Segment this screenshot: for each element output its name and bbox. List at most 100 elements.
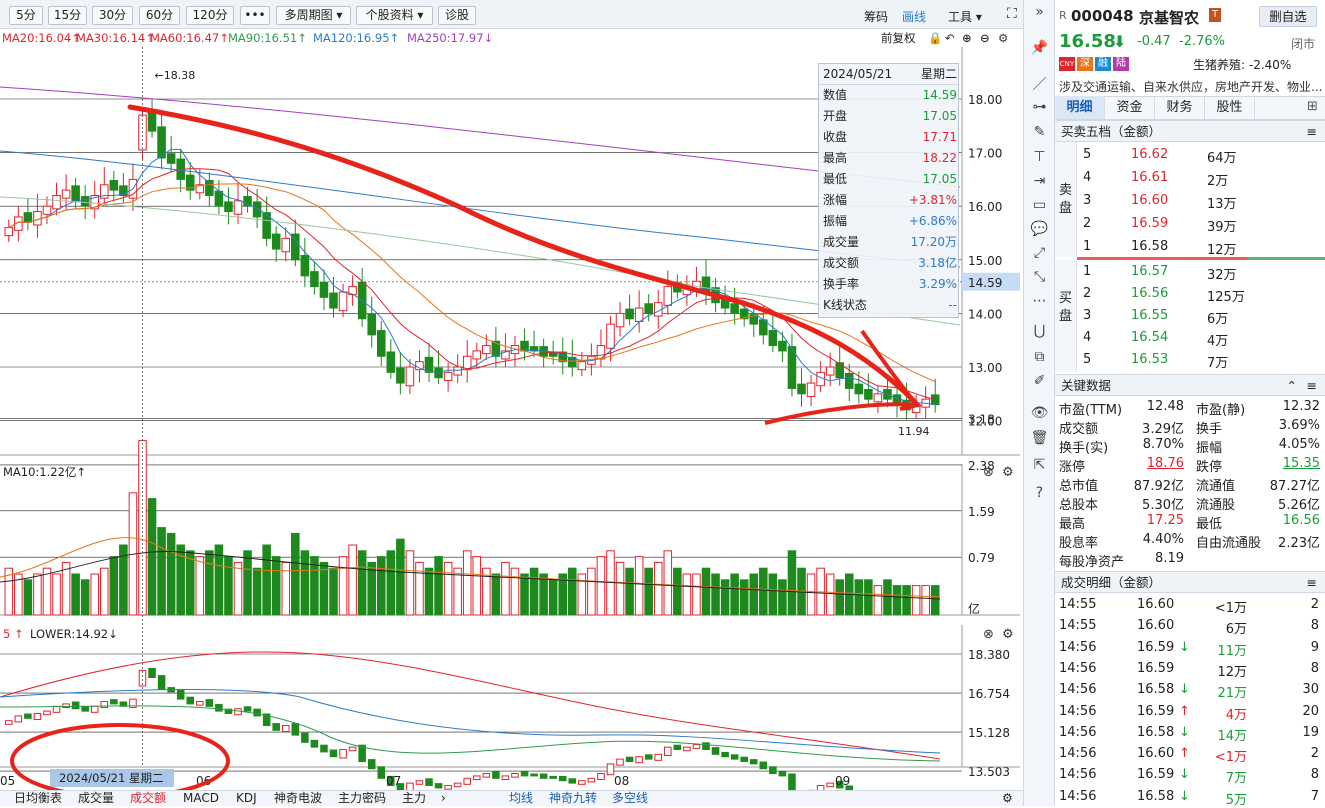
indicator-tab[interactable]: 多空线 xyxy=(612,791,648,806)
eraser-icon[interactable]: ✐ xyxy=(1024,373,1055,389)
pin-icon[interactable]: 📌 xyxy=(1024,40,1055,56)
close-panel-icon[interactable]: ⊗ xyxy=(983,627,994,642)
remove-watchlist-button[interactable]: 删自选 xyxy=(1259,6,1317,27)
buy-price[interactable]: 16.53 xyxy=(1131,352,1168,367)
ma-legend-item: MA30:16.14↑ xyxy=(76,31,155,45)
period-120min-button[interactable]: 120分 xyxy=(186,6,234,25)
indicator-tab[interactable]: 成交额 xyxy=(130,791,166,806)
key-value: 18.76 xyxy=(1146,456,1184,471)
segment-tool-icon[interactable]: ⊶ xyxy=(1024,99,1055,115)
chip-button[interactable]: 筹码 xyxy=(864,8,888,25)
boll-candle xyxy=(329,749,338,758)
sector-change[interactable]: 生猪养殖: -2.40% xyxy=(1193,56,1291,73)
eye-icon[interactable]: 👁 xyxy=(1024,405,1055,421)
sell-volume: 39万 xyxy=(1207,220,1237,235)
buy-volume: 7万 xyxy=(1207,356,1229,371)
period-5min-button[interactable]: 5分 xyxy=(9,6,43,25)
bottom-settings-icon[interactable]: ⚙ xyxy=(1002,791,1013,806)
info-key: 振幅 xyxy=(823,214,848,228)
rect-tool-icon[interactable]: ▭ xyxy=(1024,197,1055,213)
info-row: 成交额 3.18亿 xyxy=(819,253,960,274)
boll-candle xyxy=(176,689,185,700)
adjust-mode-label[interactable]: 前复权 xyxy=(881,29,916,47)
candle-body xyxy=(883,389,892,400)
indicator-tab[interactable]: MACD xyxy=(183,791,219,806)
copy-icon[interactable]: ⧉ xyxy=(1024,349,1055,365)
buy-price[interactable]: 16.54 xyxy=(1131,330,1168,345)
line-tool-icon[interactable]: ／ xyxy=(1024,74,1055,94)
key-label: 最高 xyxy=(1059,517,1086,532)
comment-icon[interactable]: 💬 xyxy=(1024,221,1055,237)
buy-price[interactable]: 16.55 xyxy=(1131,308,1168,323)
diagnose-button[interactable]: 诊股 xyxy=(438,6,476,25)
tabs-next-icon[interactable]: › xyxy=(441,791,446,806)
boll-candle xyxy=(549,775,557,779)
indicator-tab[interactable]: 神奇电波 xyxy=(274,791,322,806)
buy-price[interactable]: 16.56 xyxy=(1131,286,1168,301)
volume-bar xyxy=(386,550,396,616)
boll-candle xyxy=(71,701,80,710)
volume-bar xyxy=(80,579,90,616)
ray-tool-icon[interactable]: ⤢ xyxy=(1024,245,1055,261)
multi-period-dropdown[interactable]: 多周期图 ▾ xyxy=(276,6,351,25)
close-panel-icon[interactable]: ⊗ xyxy=(983,465,994,480)
info-row: 收盘 17.71 xyxy=(819,127,960,148)
chart-area[interactable]: 5分 15分 30分 60分 120分 ••• 多周期图 ▾ 个股资料 ▾ 诊股… xyxy=(0,0,1023,806)
tab-stock-nature[interactable]: 股性 xyxy=(1205,96,1255,119)
boll-prefix-label: 5 ↑ xyxy=(3,627,24,641)
sell-price[interactable]: 16.60 xyxy=(1131,193,1168,208)
collapse-icon[interactable]: ⌃ xyxy=(1287,375,1297,396)
tools-dropdown[interactable]: 工具 ▾ xyxy=(948,8,982,25)
tab-finance[interactable]: 财务 xyxy=(1155,96,1205,119)
brush-tool-icon[interactable]: ✎ xyxy=(1024,124,1055,140)
sell-price[interactable]: 16.58 xyxy=(1131,239,1168,254)
menu-icon[interactable]: ≡ xyxy=(1307,572,1317,593)
indicator-tab[interactable]: 神奇九转 xyxy=(549,791,597,806)
period-60min-button[interactable]: 60分 xyxy=(139,6,180,25)
buy-price[interactable]: 16.57 xyxy=(1131,264,1168,279)
more-periods-button[interactable]: ••• xyxy=(240,6,270,25)
panel-settings-icon[interactable]: ⚙ xyxy=(1002,465,1014,480)
stock-name: 京基智农 xyxy=(1139,9,1200,27)
indicator-tab[interactable]: 主力密码 xyxy=(338,791,386,806)
share-icon[interactable]: ⇱ xyxy=(1024,457,1055,473)
help-icon[interactable]: ? xyxy=(1024,485,1055,501)
info-value: 3.29% xyxy=(918,277,957,291)
fullscreen-icon[interactable]: ⛶ xyxy=(1007,6,1017,22)
sell-price[interactable]: 16.61 xyxy=(1131,170,1168,185)
tab-funds[interactable]: 资金 xyxy=(1105,96,1155,119)
zoom-in-icon[interactable]: ⊕ xyxy=(962,29,972,47)
period-15min-button[interactable]: 15分 xyxy=(48,6,87,25)
buy-level: 5 xyxy=(1083,352,1092,367)
lock-icon[interactable]: 🔒 xyxy=(928,29,942,47)
expand-arrow-icon[interactable]: » xyxy=(1024,4,1055,20)
tab-detail[interactable]: 明细 xyxy=(1055,96,1105,119)
boll-candle xyxy=(291,723,300,736)
price-line-icon[interactable]: ⊤ xyxy=(1024,149,1055,165)
indicator-tab[interactable]: 日均衡表 xyxy=(14,791,62,806)
channel-tool-icon[interactable]: ⤡ xyxy=(1024,269,1055,285)
sell-price[interactable]: 16.59 xyxy=(1131,216,1168,231)
indicator-tab[interactable]: 主力 xyxy=(402,791,426,806)
trash-icon[interactable]: 🗑 xyxy=(1024,430,1055,446)
more-tools-icon[interactable]: ⋯ xyxy=(1024,293,1055,309)
period-30min-button[interactable]: 30分 xyxy=(92,6,133,25)
sell-price[interactable]: 16.62 xyxy=(1131,147,1168,162)
volume-bar xyxy=(501,561,510,616)
magnet-icon[interactable]: ⋃ xyxy=(1024,323,1055,339)
menu-icon[interactable]: ≡ xyxy=(1307,375,1317,396)
draw-line-button[interactable]: 画线 xyxy=(902,8,926,25)
indicator-tab[interactable]: 均线 xyxy=(509,791,533,806)
stock-info-dropdown[interactable]: 个股资料 ▾ xyxy=(356,6,433,25)
undo-icon[interactable]: ↶ xyxy=(945,29,955,47)
info-key: 开盘 xyxy=(823,109,848,123)
arrow-right-icon[interactable]: ⇥ xyxy=(1024,173,1055,189)
indicator-tab[interactable]: KDJ xyxy=(236,791,257,806)
indicator-tab[interactable]: 成交量 xyxy=(78,791,114,806)
menu-icon[interactable]: ≡ xyxy=(1307,121,1317,142)
zoom-out-icon[interactable]: ⊖ xyxy=(980,29,990,47)
panel-settings-icon[interactable]: ⚙ xyxy=(1002,627,1014,642)
buy-level: 2 xyxy=(1083,286,1092,301)
settings-gear-icon[interactable]: ⚙ xyxy=(998,29,1008,47)
panel-menu-icon[interactable]: ⊞ xyxy=(1307,99,1318,114)
